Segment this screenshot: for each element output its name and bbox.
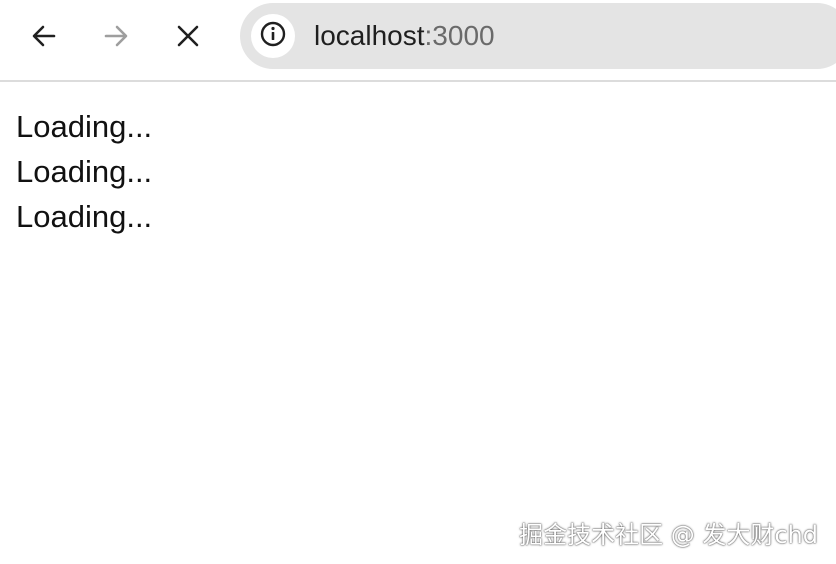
url-text[interactable]: localhost:3000 — [314, 20, 495, 52]
arrow-right-icon — [102, 22, 130, 50]
address-bar[interactable]: localhost:3000 — [240, 3, 836, 69]
info-icon — [259, 20, 287, 53]
watermark: 掘金技术社区 @ 发大财chd — [519, 521, 818, 549]
loading-text: Loading... — [16, 154, 153, 189]
url-port: :3000 — [424, 20, 495, 51]
page-content: Loading... Loading... Loading... — [16, 104, 152, 239]
stop-loading-button[interactable] — [166, 14, 210, 58]
arrow-left-icon — [30, 22, 58, 50]
loading-text: Loading... — [16, 199, 153, 234]
loading-text: Loading... — [16, 109, 153, 144]
close-icon — [175, 23, 201, 49]
forward-button[interactable] — [94, 14, 138, 58]
browser-toolbar: localhost:3000 — [0, 0, 836, 82]
url-host: localhost — [314, 20, 425, 51]
site-info-button[interactable] — [251, 14, 295, 58]
back-button[interactable] — [22, 14, 66, 58]
